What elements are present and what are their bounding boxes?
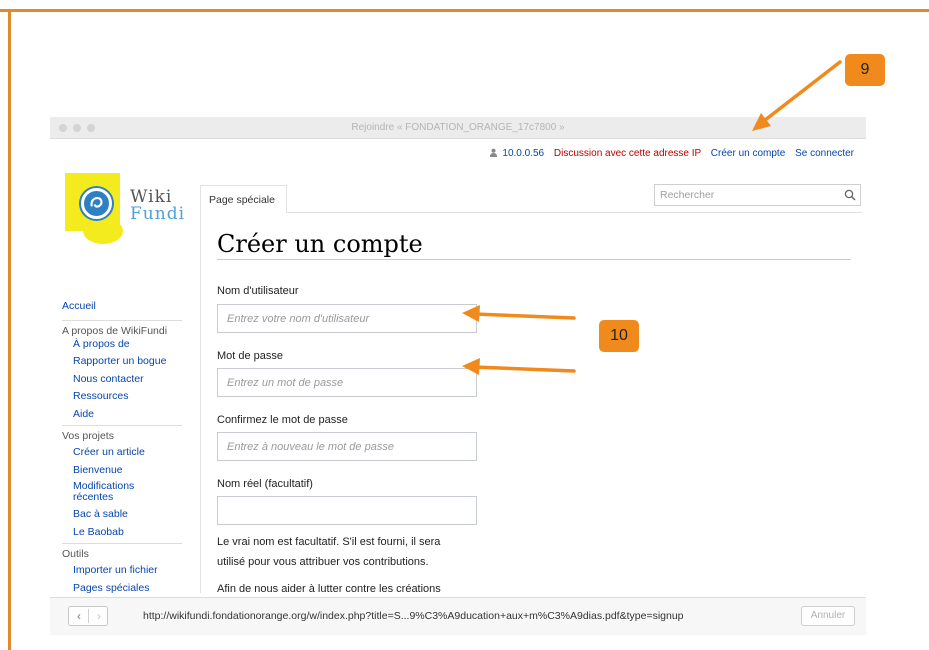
real-name-help-line2: utilisé pour vous attribuer vos contribu… — [217, 556, 429, 568]
sidebar-item-upload-file[interactable]: Importer un fichier — [73, 564, 197, 577]
sidebar-item-resources[interactable]: Ressources — [73, 390, 197, 403]
title-bar: Rejoindre « FONDATION_ORANGE_17c7800 » — [50, 117, 866, 139]
sidebar-item-sandbox[interactable]: Bac à sable — [73, 508, 197, 521]
sidebar-item-special-pages[interactable]: Pages spéciales — [73, 582, 197, 594]
logo-shape-bottom — [83, 218, 123, 244]
sidebar-divider — [62, 543, 182, 544]
confirm-password-field[interactable]: Entrez à nouveau le mot de passe — [217, 432, 477, 461]
confirm-password-placeholder: Entrez à nouveau le mot de passe — [227, 441, 394, 453]
real-name-help: Le vrai nom est facultatif. S'il est fou… — [217, 532, 477, 572]
wikifundi-logo[interactable]: Wiki Fundi — [65, 173, 190, 258]
sidebar-item-create-article[interactable]: Créer un article — [73, 446, 197, 459]
tab-special-page[interactable]: Page spéciale — [200, 185, 287, 213]
real-name-help-line1: Le vrai nom est facultatif. S'il est fou… — [217, 536, 441, 548]
sidebar-item-help[interactable]: Aide — [73, 408, 197, 421]
sidebar-item-home[interactable]: Accueil — [62, 300, 197, 313]
title-divider — [217, 259, 851, 260]
username-field[interactable]: Entrez votre nom d'utilisateur — [217, 304, 477, 333]
confirm-password-label: Confirmez le mot de passe — [217, 414, 348, 426]
step-9-badge: 9 — [845, 54, 885, 86]
ip-address-link[interactable]: 10.0.0.56 — [502, 148, 544, 159]
sidebar-item-contact[interactable]: Nous contacter — [73, 373, 197, 386]
orange-frame-left — [8, 9, 11, 650]
sidebar-divider — [62, 319, 182, 321]
sidebar-section-tools: Outils — [62, 548, 89, 560]
orange-frame-top — [0, 9, 929, 12]
step-10-badge: 10 — [599, 320, 639, 352]
sidebar-item-welcome[interactable]: Bienvenue — [73, 464, 197, 477]
sidebar-item-about[interactable]: À propos de — [73, 338, 197, 351]
sidebar-item-report-bug[interactable]: Rapporter un bogue — [73, 355, 197, 368]
username-label: Nom d'utilisateur — [217, 285, 299, 297]
back-icon[interactable]: ‹ — [69, 607, 89, 625]
page-title: Créer un compte — [217, 230, 423, 258]
sidebar-item-baobab[interactable]: Le Baobab — [73, 526, 197, 539]
sidebar: Accueil A propos de WikiFundi À propos d… — [62, 300, 197, 593]
search-icon[interactable] — [844, 189, 856, 201]
status-bar: ‹ › http://wikifundi.fondationorange.org… — [50, 597, 866, 635]
login-link[interactable]: Se connecter — [795, 148, 854, 159]
password-placeholder: Entrez un mot de passe — [227, 377, 344, 389]
sidebar-item-recent-changes[interactable]: Modifications récentes — [73, 481, 163, 503]
logo-wordmark-fundi: Fundi — [130, 204, 186, 224]
real-name-field[interactable] — [217, 496, 477, 525]
sidebar-section-about: A propos de WikiFundi — [62, 324, 168, 337]
hand-icon — [90, 197, 103, 208]
navigation-buttons: ‹ › — [68, 606, 108, 626]
personal-tools: 10.0.0.56 Discussion avec cette adresse … — [489, 148, 854, 159]
password-label: Mot de passe — [217, 350, 284, 362]
user-icon — [489, 148, 497, 157]
captcha-intro-line1: Afin de nous aider à lutter contre les c… — [217, 583, 441, 593]
cancel-button[interactable]: Annuler — [801, 606, 855, 626]
screenshot-canvas: Rejoindre « FONDATION_ORANGE_17c7800 » 1… — [0, 0, 929, 650]
real-name-label: Nom réel (facultatif) — [217, 478, 313, 490]
main-content: Créer un compte Nom d'utilisateur Entrez… — [200, 213, 862, 593]
captcha-intro: Afin de nous aider à lutter contre les c… — [217, 579, 477, 593]
sidebar-divider — [62, 425, 182, 426]
sidebar-section-projects: Vos projets — [62, 430, 114, 442]
ip-discussion-link[interactable]: Discussion avec cette adresse IP — [554, 148, 701, 159]
create-account-link[interactable]: Créer un compte — [711, 148, 785, 159]
search-placeholder: Rechercher — [660, 189, 715, 201]
logo-emblem-icon — [81, 188, 112, 219]
search-input[interactable]: Rechercher — [654, 184, 861, 206]
status-url: http://wikifundi.fondationorange.org/w/i… — [143, 610, 684, 622]
password-field[interactable]: Entrez un mot de passe — [217, 368, 477, 397]
window-title: Rejoindre « FONDATION_ORANGE_17c7800 » — [351, 122, 565, 133]
username-placeholder: Entrez votre nom d'utilisateur — [227, 313, 370, 325]
forward-icon[interactable]: › — [89, 607, 109, 625]
